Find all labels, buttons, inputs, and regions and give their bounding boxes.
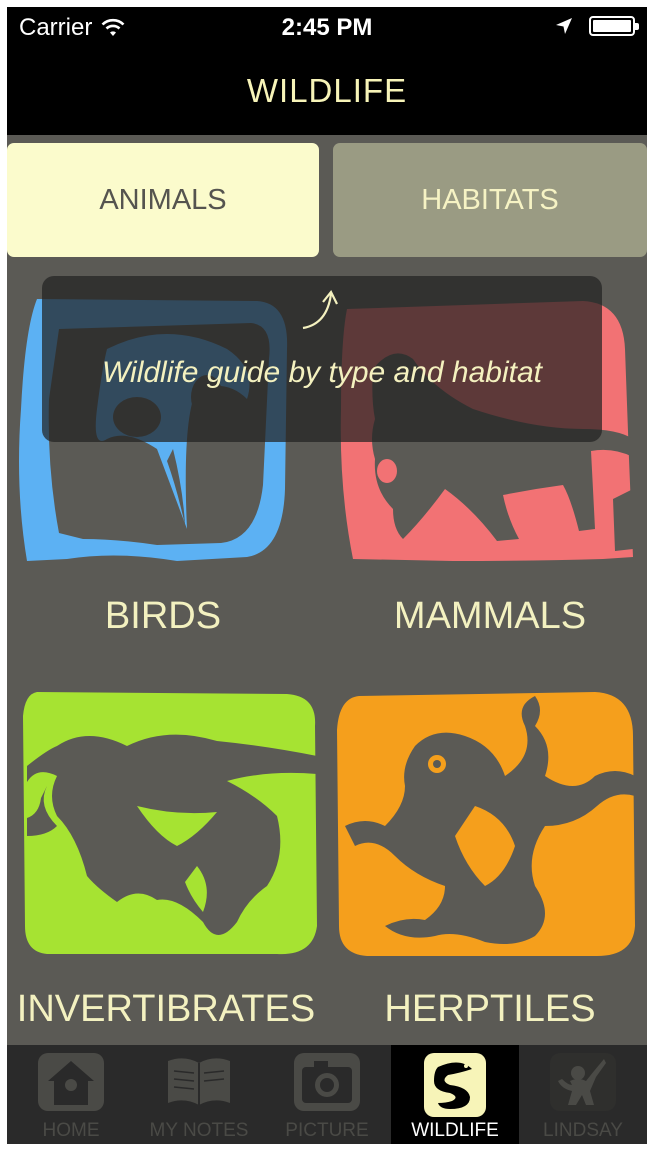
- tile-label-mammals: MAMMALS: [393, 595, 587, 637]
- birdhouse-icon: [38, 1053, 104, 1111]
- tab-label-lindsay: LINDSAY: [543, 1120, 623, 1141]
- tile-invertibrates[interactable]: INVERTIBRATES: [7, 682, 319, 1042]
- tab-wildlife[interactable]: WILDLIFE: [391, 1045, 519, 1144]
- status-time: 2:45 PM: [281, 14, 373, 41]
- tab-picture[interactable]: PICTURE: [263, 1045, 391, 1144]
- tile-label-herptiles: HERPTILES: [384, 988, 596, 1030]
- app-screen: Carrier 2:45 PM WILDLIFE ANIMALS HABITAT…: [7, 7, 647, 1144]
- tile-label-invertibrates: INVERTIBRATES: [16, 988, 316, 1030]
- snake-icon: [424, 1053, 486, 1117]
- tab-home[interactable]: HOME: [7, 1045, 135, 1144]
- battery-icon: [589, 16, 639, 36]
- intro-tooltip: Wildlife guide by type and habitat: [42, 276, 602, 442]
- tab-label-home: HOME: [42, 1120, 100, 1141]
- tooltip-text: Wildlife guide by type and habitat: [101, 356, 542, 389]
- tab-label-picture: PICTURE: [285, 1120, 369, 1141]
- status-bar: Carrier 2:45 PM: [7, 7, 647, 47]
- segment-habitats[interactable]: HABITATS: [333, 143, 647, 257]
- status-right: [555, 16, 639, 36]
- tab-lindsay[interactable]: LINDSAY: [519, 1045, 647, 1144]
- frog-icon: [337, 692, 635, 956]
- tab-my-notes[interactable]: MY NOTES: [135, 1045, 263, 1144]
- tab-label-wildlife: WILDLIFE: [411, 1120, 499, 1141]
- tile-label-birds: BIRDS: [104, 595, 222, 637]
- segment-animals[interactable]: ANIMALS: [7, 143, 319, 257]
- location-arrow-icon: [556, 18, 572, 34]
- camera-icon: [294, 1053, 360, 1111]
- curved-arrow-icon: [302, 289, 338, 330]
- child-icon: [550, 1053, 616, 1111]
- notebook-icon: [168, 1058, 230, 1105]
- tile-herptiles[interactable]: HERPTILES: [333, 682, 647, 1042]
- insect-icon: [23, 692, 317, 955]
- tab-label-my-notes: MY NOTES: [149, 1120, 249, 1141]
- tab-bar: HOME MY NOTES PICTURE WILDLIFE LINDSAY: [7, 1045, 647, 1144]
- nav-title: WILDLIFE: [7, 47, 647, 135]
